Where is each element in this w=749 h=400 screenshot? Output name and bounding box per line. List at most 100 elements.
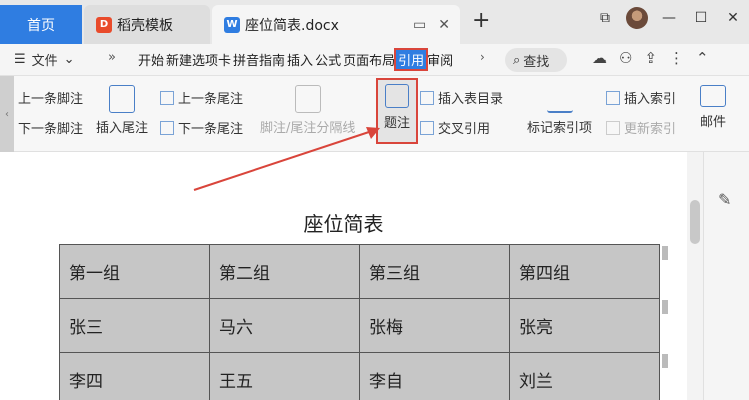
maximize-icon[interactable]: ☐ [685, 10, 717, 26]
insert-index-label: 插入索引 [624, 92, 677, 107]
separator-button[interactable]: 脚注/尾注分隔线 [260, 85, 355, 136]
prev-footnote-label: 上一条脚注 [18, 92, 84, 107]
update-index-label: 更新索引 [624, 122, 677, 137]
search-label: 查找 [523, 54, 550, 70]
separator-label: 脚注/尾注分隔线 [260, 121, 356, 136]
table-cell[interactable]: 第三组 [359, 244, 510, 299]
tab-home-label: 首页 [27, 17, 55, 34]
mark-index-label: 标记索引项 [527, 121, 593, 136]
table-cell[interactable]: 李四 [59, 352, 210, 400]
file-menu-label: 文件 [31, 54, 58, 69]
insert-index-icon [606, 90, 620, 105]
table-cell[interactable]: 第四组 [509, 244, 660, 299]
tab-template[interactable]: D 稻壳模板 [84, 5, 210, 44]
insert-toc-table-button[interactable]: 插入表目录 [420, 88, 503, 107]
mail-label: 邮件 [700, 115, 727, 130]
caption-button[interactable]: 题注 [376, 78, 418, 144]
minimize-icon[interactable]: — [653, 10, 685, 26]
close-tab-icon[interactable]: ✕ [438, 17, 450, 33]
menu-tab-review[interactable]: 审阅 [426, 50, 454, 69]
table-cell[interactable]: 马六 [209, 298, 360, 353]
menu-tab-pinyin[interactable]: 拼音指南 [232, 50, 286, 69]
cross-ref-icon [420, 120, 434, 135]
double-chevron-icon[interactable]: » [108, 50, 116, 65]
menu-bar: ☰ 文件 ⌄ » 开始 新建选项卡 拼音指南 插入 公式 页面布局 引用 审阅 … [0, 44, 749, 76]
file-menu[interactable]: ☰ 文件 ⌄ [14, 50, 75, 69]
tab-document[interactable]: W 座位简表.docx ▭ ✕ [212, 5, 460, 44]
tab-home[interactable]: 首页 [0, 5, 82, 44]
table-cell[interactable]: 张亮 [509, 298, 660, 353]
endnote-icon [109, 85, 135, 113]
menu-tab-formula[interactable]: 公式 [314, 50, 342, 69]
prev-endnote-button[interactable]: 上一条尾注 [160, 88, 243, 107]
collapse-ribbon-icon[interactable]: ⌃ [696, 49, 709, 67]
menu-tab-insert[interactable]: 插入 [286, 50, 314, 69]
right-side-panel: ✎ [703, 152, 749, 400]
scroll-right-icon[interactable]: › [480, 50, 485, 64]
pen-icon[interactable]: ✎ [718, 190, 731, 209]
mark-index-icon [546, 85, 573, 113]
table-cell[interactable]: 张三 [59, 298, 210, 353]
insert-index-button[interactable]: 插入索引 [606, 88, 676, 107]
insert-toc-table-label: 插入表目录 [438, 92, 504, 107]
share-icon[interactable]: ⇪ [644, 49, 657, 67]
mail-button[interactable]: 邮件 [700, 85, 726, 130]
insert-endnote-button[interactable]: 插入尾注 [96, 85, 148, 136]
cross-reference-button[interactable]: 交叉引用 [420, 118, 490, 137]
scrollbar-thumb[interactable] [690, 200, 700, 244]
row-markers [662, 246, 670, 400]
separator-icon [294, 85, 321, 113]
cross-reference-label: 交叉引用 [438, 122, 491, 137]
next-footnote-button[interactable]: 下一条脚注 [18, 118, 83, 137]
close-window-icon[interactable]: ✕ [717, 10, 749, 26]
next-footnote-label: 下一条脚注 [18, 122, 84, 137]
prev-endnote-label: 上一条尾注 [178, 92, 244, 107]
table-cell[interactable]: 第二组 [209, 244, 360, 299]
prev-footnote-button[interactable]: 上一条脚注 [18, 88, 83, 107]
new-tab-icon[interactable]: + [472, 8, 490, 33]
prev-endnote-icon [160, 90, 174, 105]
menu-tab-layout[interactable]: 页面布局 [342, 50, 396, 69]
menu-tabs: 开始 新建选项卡 拼音指南 插入 公式 页面布局 引用 审阅 [137, 48, 454, 71]
avatar[interactable] [621, 7, 653, 29]
tab-document-label: 座位简表.docx [245, 17, 339, 34]
table-row: 李四 王五 李自 刘兰 [59, 352, 660, 400]
screen-icon[interactable]: ▭ [413, 17, 426, 33]
update-index-icon [606, 120, 620, 135]
insert-endnote-label: 插入尾注 [96, 121, 149, 136]
window-layout-icon[interactable]: ⧉ [589, 10, 621, 26]
next-endnote-label: 下一条尾注 [178, 122, 244, 137]
toc-table-icon [420, 90, 434, 105]
document-title: 座位简表 [303, 212, 384, 236]
ribbon-scroll-left[interactable]: ‹ [0, 76, 14, 152]
seat-table: 第一组 第二组 第三组 第四组 张三 马六 张梅 张亮 李四 王五 李自 刘兰 [59, 244, 660, 400]
table-cell[interactable]: 王五 [209, 352, 360, 400]
table-cell[interactable]: 张梅 [359, 298, 510, 353]
mark-index-button[interactable]: 标记索引项 [527, 85, 592, 136]
table-cell[interactable]: 第一组 [59, 244, 210, 299]
search-button[interactable]: ⌕ 查找 [505, 48, 567, 72]
next-endnote-button[interactable]: 下一条尾注 [160, 118, 243, 137]
search-icon: ⌕ [513, 52, 521, 68]
table-cell[interactable]: 李自 [359, 352, 510, 400]
add-user-icon[interactable]: ⚇ [619, 49, 632, 67]
hamburger-icon: ☰ [14, 52, 26, 67]
chevron-down-icon: ⌄ [63, 52, 75, 67]
vertical-scrollbar[interactable] [687, 152, 703, 400]
word-doc-icon: W [224, 16, 240, 33]
more-icon[interactable]: ⋮ [669, 49, 684, 67]
menu-tab-start[interactable]: 开始 [137, 50, 165, 69]
table-row: 张三 马六 张梅 张亮 [59, 298, 660, 353]
menu-tab-new[interactable]: 新建选项卡 [165, 50, 232, 69]
update-index-button[interactable]: 更新索引 [606, 118, 676, 137]
table-row: 第一组 第二组 第三组 第四组 [59, 244, 660, 299]
menu-tab-references[interactable]: 引用 [394, 48, 429, 71]
cloud-sync-icon[interactable]: ☁ [592, 49, 607, 67]
caption-label: 题注 [383, 116, 410, 131]
ribbon: ‹ 上一条脚注 下一条脚注 插入尾注 上一条尾注 下一条尾注 脚注/尾注分隔线 … [0, 76, 749, 152]
title-bar: 首页 D 稻壳模板 W 座位简表.docx ▭ ✕ + ⧉ — ☐ ✕ [0, 0, 749, 44]
table-cell[interactable]: 刘兰 [509, 352, 660, 400]
mail-icon [700, 85, 726, 107]
tab-template-label: 稻壳模板 [117, 17, 173, 34]
next-endnote-icon [160, 120, 174, 135]
